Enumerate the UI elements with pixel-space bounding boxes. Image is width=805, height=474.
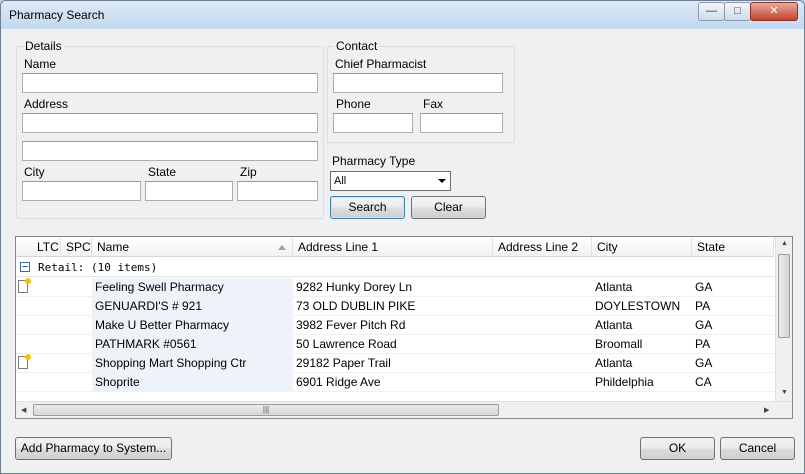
results-grid[interactable]: LTC SPC Name Address Line 1 Address Line… [15,236,793,419]
maximize-button[interactable]: □ [724,2,751,21]
table-row[interactable]: Shoprite 6901 Ridge Ave Phildelphia CA [16,373,774,392]
horizontal-scroll-thumb[interactable]: ||| [33,404,499,416]
ok-button[interactable]: OK [640,437,715,460]
horizontal-scrollbar[interactable]: ◀ ||| ▶ [16,401,792,418]
details-group-label: Details [23,39,64,53]
search-button[interactable]: Search [330,196,405,219]
minimize-button[interactable]: — [698,2,725,21]
table-row[interactable]: PATHMARK #0561 50 Lawrence Road Broomall PA [16,335,774,354]
add-pharmacy-button[interactable]: Add Pharmacy to System... [15,437,172,460]
cell-name: GENUARDI'S # 921 [92,297,293,316]
phone-label: Phone [336,97,371,111]
fax-label: Fax [423,97,444,111]
cell-address2 [493,278,592,297]
cell-address1: 73 OLD DUBLIN PIKE [296,299,416,313]
scroll-left-icon[interactable]: ◀ [21,406,26,414]
grid-header: LTC SPC Name Address Line 1 Address Line… [16,237,774,257]
cell-city: Broomall [595,337,643,351]
address-line2-input[interactable] [22,141,318,161]
address-line1-input[interactable] [22,113,318,133]
pharmacy-type-select[interactable]: All [330,171,451,191]
cell-address1: 6901 Ridge Ave [296,375,381,389]
cell-address1: 50 Lawrence Road [296,337,397,351]
name-label: Name [24,57,57,71]
cell-city: Atlanta [595,356,633,370]
cell-name: Make U Better Pharmacy [92,316,293,335]
note-icon [18,278,31,293]
cell-address2 [493,335,592,354]
cell-address2 [493,316,592,335]
cell-city: Phildelphia [595,375,654,389]
state-input[interactable] [145,181,233,201]
table-row[interactable]: GENUARDI'S # 921 73 OLD DUBLIN PIKE DOYLES… [16,297,774,316]
table-row[interactable]: Feeling Swell Pharmacy 9282 Hunky Dorey L… [16,278,774,297]
cell-address1: 3982 Fever Pitch Rd [296,318,406,332]
cell-city: Atlanta [595,280,633,294]
column-header-city[interactable]: City [592,237,692,257]
close-button[interactable]: ✕ [750,2,798,21]
table-row[interactable]: Shopping Mart Shopping Ctr 29182 Paper Tr… [16,354,774,373]
cell-city: DOYLESTOWN [595,299,681,313]
scroll-up-icon[interactable]: ▲ [781,240,788,247]
pharmacy-type-value: All [334,175,347,187]
column-header-state[interactable]: State [692,237,774,257]
column-header-ltc[interactable]: LTC [32,237,61,257]
group-row-label: Retail: (10 items) [38,261,158,274]
column-header-address2[interactable]: Address Line 2 [493,237,592,257]
cell-name: PATHMARK #0561 [92,335,293,354]
address-label: Address [24,97,69,111]
column-header-name-label: Name [97,240,130,254]
cell-address2 [493,373,592,392]
window-title: Pharmacy Search [9,8,105,22]
chief-pharmacist-label: Chief Pharmacist [335,57,427,71]
table-row[interactable]: Make U Better Pharmacy 3982 Fever Pitch R… [16,316,774,335]
cell-city: Atlanta [595,318,633,332]
chief-pharmacist-input[interactable] [333,73,503,93]
cell-state: PA [695,337,711,351]
zip-input[interactable] [237,181,318,201]
pharmacy-type-label: Pharmacy Type [332,154,416,168]
cell-name: Shopping Mart Shopping Ctr [92,354,293,373]
title-bar[interactable]: Pharmacy Search — □ ✕ [1,1,804,29]
cell-name: Shoprite [92,373,293,392]
scroll-down-icon[interactable]: ▼ [781,389,788,396]
column-header-spc[interactable]: SPC [61,237,92,257]
dialog-body: Details Name Address City State Zip Cont… [9,30,797,467]
chevron-down-icon [438,179,446,183]
collapse-icon[interactable] [20,262,30,272]
cell-address1: 29182 Paper Trail [296,356,391,370]
column-header-address1[interactable]: Address Line 1 [293,237,493,257]
vertical-scroll-thumb[interactable] [778,254,790,338]
note-icon [18,354,31,369]
cell-state: GA [695,356,713,370]
contact-group-label: Contact [334,39,380,53]
cell-address2 [493,297,592,316]
state-label: State [148,165,177,179]
zip-label: Zip [240,165,257,179]
clear-button[interactable]: Clear [411,196,486,219]
cancel-button[interactable]: Cancel [720,437,795,460]
fax-input[interactable] [420,113,503,133]
vertical-scrollbar[interactable]: ▲ ▼ [775,237,792,402]
cell-address2 [493,354,592,373]
cell-name: Feeling Swell Pharmacy [92,278,293,297]
cell-state: PA [695,299,711,313]
city-label: City [24,165,45,179]
pharmacy-search-window: Pharmacy Search — □ ✕ Details Name Addre… [0,0,805,474]
name-input[interactable] [22,73,318,93]
cell-address1: 9282 Hunky Dorey Ln [296,280,413,294]
cell-state: GA [695,318,713,332]
group-row-retail[interactable]: Retail: (10 items) [16,258,774,277]
city-input[interactable] [22,181,141,201]
cell-state: GA [695,280,713,294]
phone-input[interactable] [333,113,413,133]
sort-ascending-icon [278,245,286,250]
column-header-name[interactable]: Name [92,237,293,257]
scroll-right-icon[interactable]: ▶ [764,406,769,414]
cell-state: CA [695,375,712,389]
